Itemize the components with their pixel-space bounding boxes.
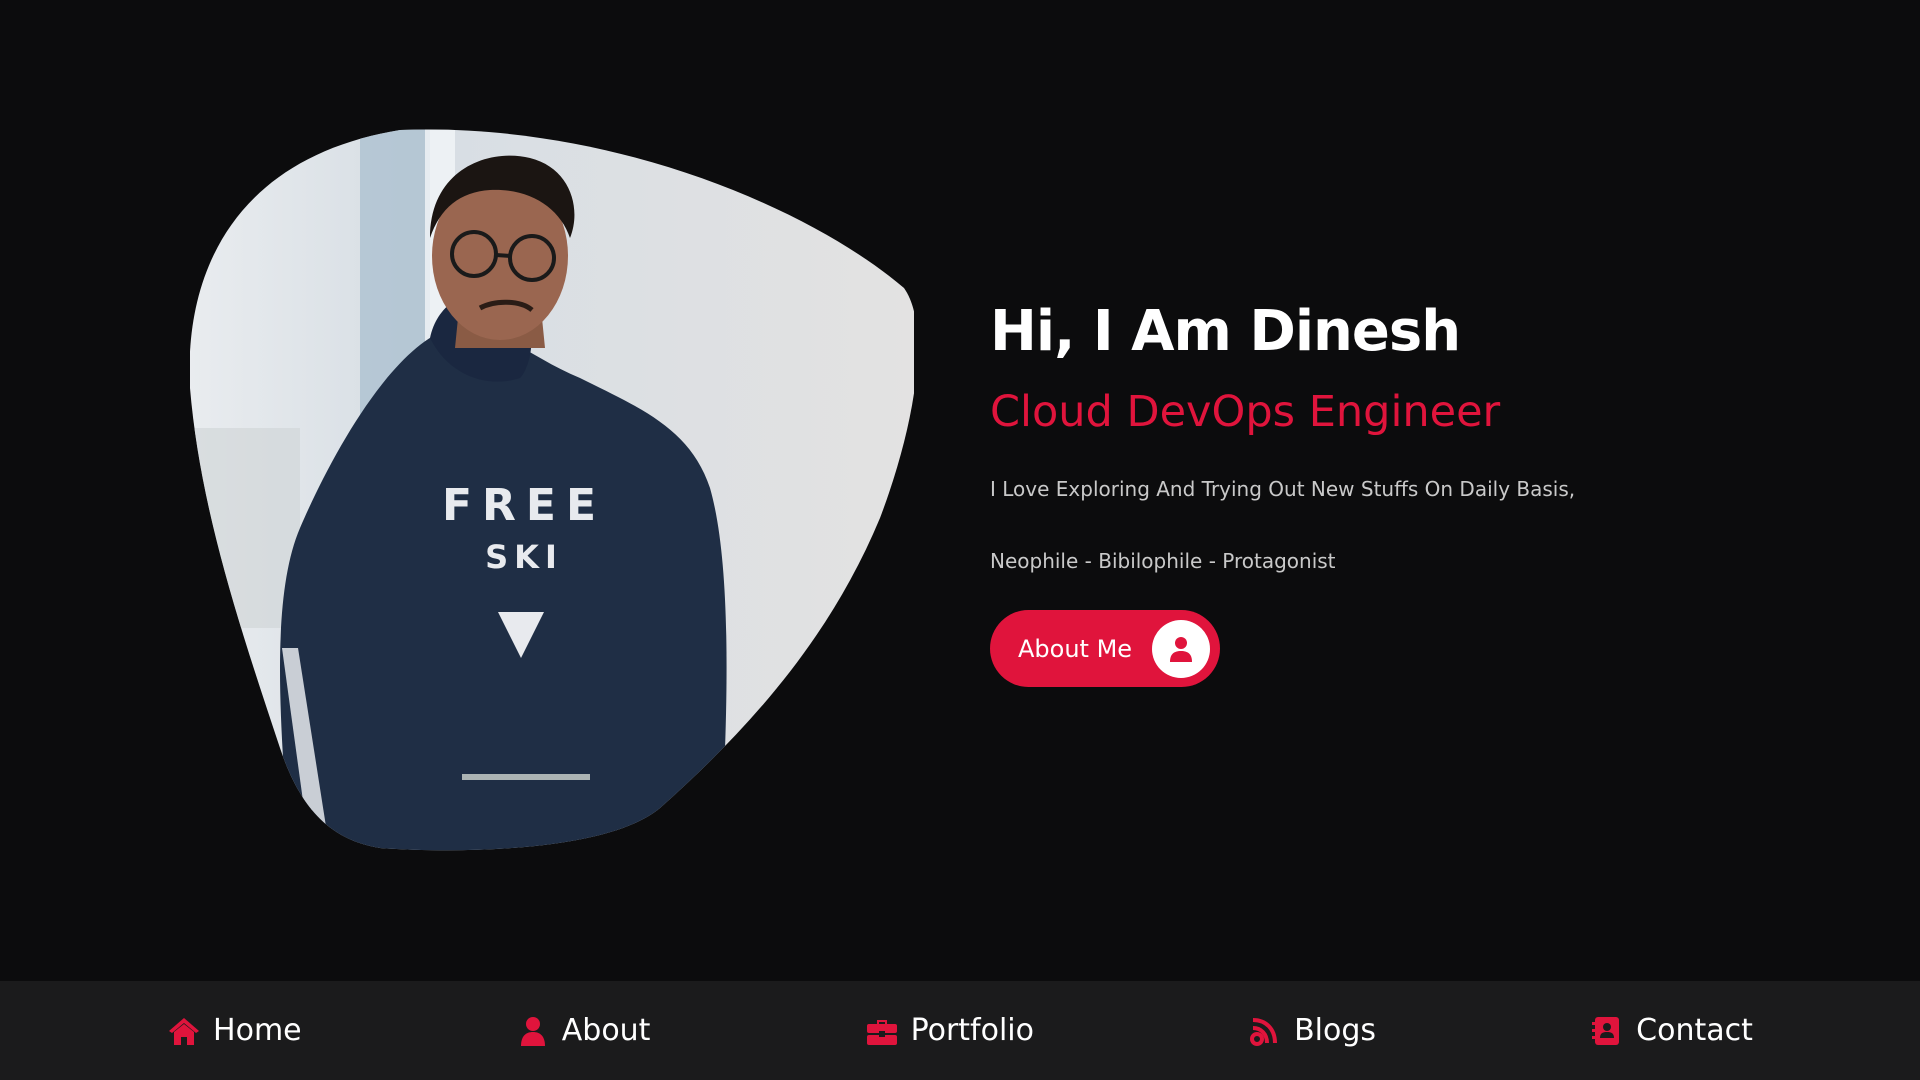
hoodie-text: FREE [442, 480, 606, 531]
nav-item-label: Contact [1636, 1013, 1753, 1048]
traits-text: Neophile - Bibilophile - Protagonist [990, 549, 1336, 573]
nav-item-label: Home [213, 1013, 302, 1048]
about-me-button[interactable]: About Me [990, 610, 1221, 687]
profile-photo: FREE SKI [190, 128, 914, 852]
rss-icon [1248, 1015, 1282, 1047]
user-icon [516, 1015, 550, 1047]
briefcase-icon [865, 1015, 899, 1047]
bottom-navbar: Home About Portfolio Blogs Contact [0, 981, 1920, 1080]
user-icon [1152, 619, 1211, 678]
nav-item-label: Blogs [1294, 1013, 1377, 1048]
address-book-icon [1590, 1015, 1624, 1047]
greeting-heading: Hi, I Am Dinesh [990, 299, 1461, 364]
about-me-button-label: About Me [1018, 634, 1133, 663]
nav-item-home[interactable]: Home [167, 1013, 302, 1048]
role-title: Cloud DevOps Engineer [990, 387, 1501, 437]
nav-item-contact[interactable]: Contact [1590, 1013, 1753, 1048]
nav-item-label: About [561, 1013, 651, 1048]
tagline-text: I Love Exploring And Trying Out New Stuf… [990, 477, 1576, 501]
home-icon [167, 1015, 201, 1047]
nav-item-about[interactable]: About [516, 1013, 651, 1048]
hoodie-text: SKI [485, 538, 563, 576]
nav-item-portfolio[interactable]: Portfolio [865, 1013, 1034, 1048]
hero-section: FREE SKI Hi, I Am Dinesh Cloud DevOps En… [0, 0, 1920, 981]
nav-item-label: Portfolio [910, 1013, 1034, 1048]
nav-item-blogs[interactable]: Blogs [1248, 1013, 1376, 1048]
intro-content: Hi, I Am Dinesh Cloud DevOps Engineer I … [990, 290, 1750, 687]
